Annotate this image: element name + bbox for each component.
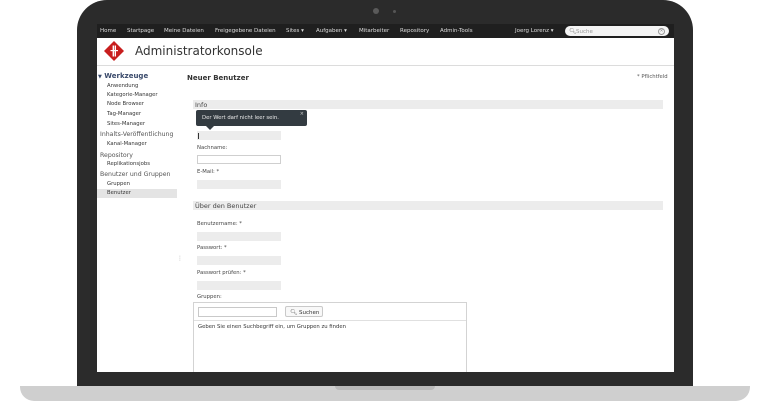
page-title: Administratorkonsole bbox=[135, 44, 263, 58]
groups-finder: 🔍︎ Suchen Geben Sie einen Suchbegriff ei… bbox=[193, 302, 467, 372]
clear-search-icon[interactable]: ✕ bbox=[658, 28, 665, 35]
nav-admin-tools[interactable]: Admin-Tools bbox=[440, 28, 473, 34]
screen: Home Startpage Meine Dateien Freigegeben… bbox=[97, 24, 674, 372]
groups-search-hint: Geben Sie einen Suchbegriff ein, um Grup… bbox=[198, 324, 346, 330]
sidebar-item-node-browser[interactable]: Node Browser bbox=[107, 101, 144, 107]
username-label: Benutzername: * bbox=[197, 221, 242, 227]
username-field[interactable] bbox=[197, 232, 281, 241]
groups-label: Gruppen: bbox=[197, 294, 222, 300]
nav-my-files[interactable]: Meine Dateien bbox=[164, 28, 204, 34]
tooltip-arrow bbox=[206, 126, 214, 130]
nav-home[interactable]: Home bbox=[100, 28, 116, 34]
password-field[interactable] bbox=[197, 256, 281, 265]
nav-sites[interactable]: Sites ▾ bbox=[286, 28, 304, 34]
nav-startpage[interactable]: Startpage bbox=[127, 28, 154, 34]
sidebar-item-sites-manager[interactable]: Sites-Manager bbox=[107, 121, 145, 127]
groups-search-input[interactable] bbox=[198, 307, 277, 317]
sidebar-item-gruppen[interactable]: Gruppen bbox=[107, 181, 130, 187]
sidebar-item-benutzer[interactable]: Benutzer bbox=[107, 190, 131, 196]
email-label: E-Mail: * bbox=[197, 169, 220, 175]
search-icon: 🔍︎ bbox=[290, 309, 298, 316]
password-confirm-field[interactable] bbox=[197, 281, 281, 290]
search-placeholder: Suche bbox=[576, 28, 593, 35]
form-title: Neuer Benutzer bbox=[187, 74, 249, 82]
firstname-field[interactable] bbox=[197, 131, 281, 140]
section-info-label: Info bbox=[195, 101, 208, 109]
app-header: Administratorkonsole bbox=[97, 38, 674, 66]
groups-search-button[interactable]: 🔍︎ Suchen bbox=[285, 306, 323, 317]
nav-tasks[interactable]: Aufgaben ▾ bbox=[316, 28, 347, 34]
laptop-mockup: Home Startpage Meine Dateien Freigegeben… bbox=[0, 0, 770, 404]
text-cursor bbox=[198, 133, 199, 139]
validation-message: Der Wert darf nicht leer sein. bbox=[202, 115, 279, 121]
sidebar-section-users-groups: Benutzer und Gruppen bbox=[100, 171, 171, 178]
sidebar-item-kanal-manager[interactable]: Kanal-Manager bbox=[107, 141, 147, 147]
required-field-note: * Pflichtfeld bbox=[637, 74, 668, 80]
alfresco-logo-icon bbox=[104, 41, 124, 61]
section-about-user: Über den Benutzer bbox=[193, 201, 663, 210]
lastname-label: Nachname: bbox=[197, 145, 228, 151]
nav-people[interactable]: Mitarbeiter bbox=[359, 28, 389, 34]
sidebar-item-anwendung[interactable]: Anwendung bbox=[107, 83, 138, 89]
close-tooltip-icon[interactable]: × bbox=[300, 111, 304, 117]
nav-shared-files[interactable]: Freigegebene Dateien bbox=[215, 28, 276, 34]
user-menu[interactable]: Joerg Lorenz ▾ bbox=[515, 28, 554, 34]
laptop-notch bbox=[335, 386, 435, 390]
camera-light-icon bbox=[393, 10, 396, 13]
sidebar-section-repository: Repository bbox=[100, 152, 133, 159]
sidebar-heading-label: Werkzeuge bbox=[104, 72, 149, 80]
sidebar-item-kategorie-manager[interactable]: Kategorie-Manager bbox=[107, 92, 158, 98]
email-field[interactable] bbox=[197, 180, 281, 189]
lastname-field[interactable] bbox=[197, 155, 281, 164]
nav-repository[interactable]: Repository bbox=[400, 28, 429, 34]
search-input[interactable]: 🔍︎ Suche ✕ bbox=[565, 26, 669, 36]
top-navigation: Home Startpage Meine Dateien Freigegeben… bbox=[97, 24, 674, 38]
section-info: Info bbox=[193, 100, 663, 109]
sidebar-item-replikationsjobs[interactable]: Replikationsjobs bbox=[107, 161, 150, 167]
section-about-user-label: Über den Benutzer bbox=[195, 202, 257, 210]
sidebar-heading[interactable]: ▼ Werkzeuge bbox=[98, 72, 148, 80]
groups-search-button-label: Suchen bbox=[299, 309, 320, 316]
sidebar-item-tag-manager[interactable]: Tag-Manager bbox=[107, 111, 141, 117]
sidebar-section-publishing: Inhalts-Veröffentlichung bbox=[100, 131, 174, 138]
password-label: Passwort: * bbox=[197, 245, 227, 251]
sidebar-resize-handle[interactable]: ⋮ bbox=[177, 255, 183, 262]
password-confirm-label: Passwort prüfen: * bbox=[197, 270, 246, 276]
collapse-triangle-icon: ▼ bbox=[98, 74, 102, 80]
webcam-icon bbox=[373, 8, 379, 14]
validation-tooltip: Der Wert darf nicht leer sein. × bbox=[196, 110, 307, 130]
divider bbox=[194, 320, 466, 321]
